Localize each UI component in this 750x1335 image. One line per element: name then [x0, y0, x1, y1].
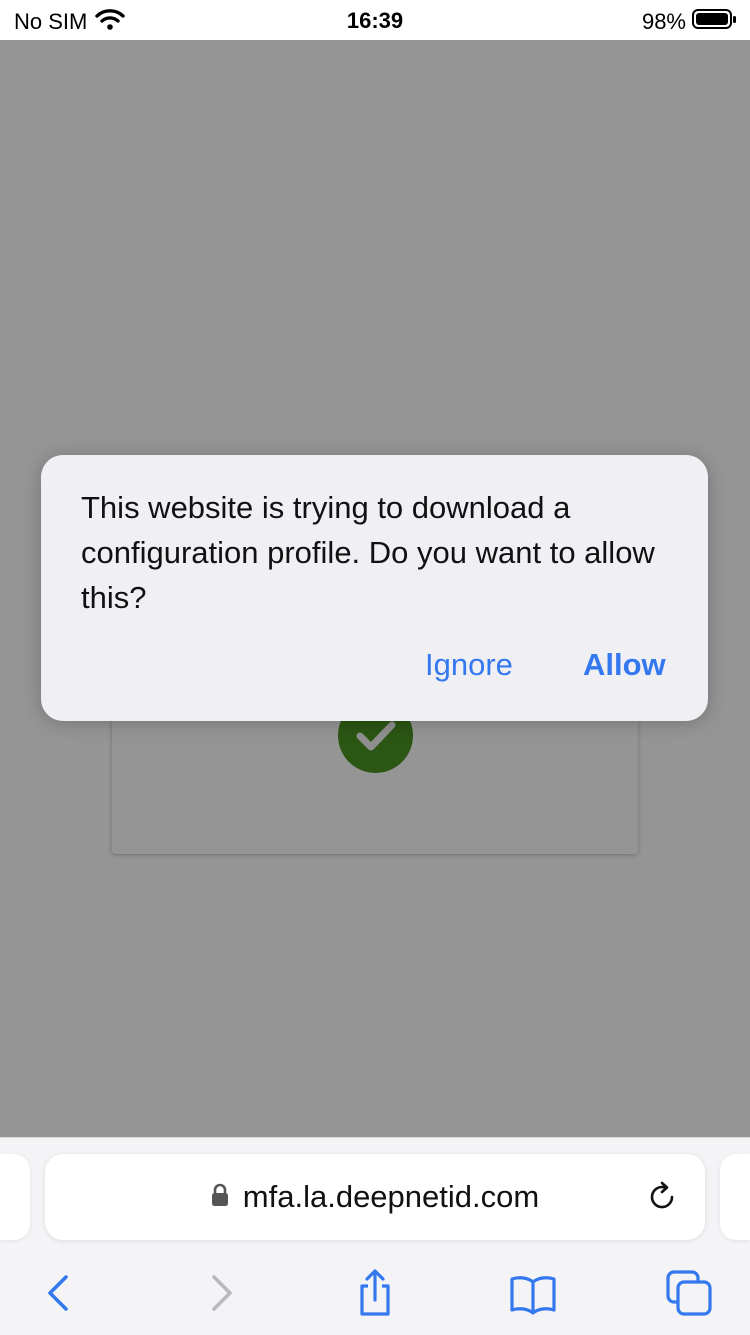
tabs-icon[interactable]	[664, 1268, 714, 1318]
url-text: mfa.la.deepnetid.com	[242, 1179, 540, 1214]
battery-percent: 98%	[641, 9, 686, 34]
alert-message: This website is trying to download a con…	[81, 490, 655, 615]
allow-button[interactable]: Allow	[583, 647, 666, 683]
address-bar[interactable]: mfa.la.deepnetid.com	[45, 1154, 705, 1240]
ignore-button[interactable]: Ignore	[425, 647, 513, 683]
safari-bottom-bar: mfa.la.deepnetid.com	[0, 1137, 750, 1335]
status-right: 98%	[642, 8, 738, 36]
battery-icon	[692, 8, 738, 36]
previous-tab-peek[interactable]	[0, 1154, 30, 1240]
back-icon[interactable]	[34, 1268, 84, 1318]
download-profile-alert: This website is trying to download a con…	[41, 455, 708, 721]
forward-icon[interactable]	[196, 1268, 246, 1318]
bookmarks-icon[interactable]	[508, 1268, 558, 1318]
lock-icon	[211, 1183, 229, 1212]
status-time: 16:39	[346, 8, 404, 33]
next-tab-peek[interactable]	[720, 1154, 750, 1240]
share-icon[interactable]	[350, 1268, 400, 1318]
status-bar: No SIM 16:39 98%	[0, 0, 750, 40]
address-content: mfa.la.deepnetid.com	[45, 1154, 705, 1240]
safari-toolbar	[0, 1256, 750, 1326]
reload-icon[interactable]	[645, 1180, 679, 1214]
